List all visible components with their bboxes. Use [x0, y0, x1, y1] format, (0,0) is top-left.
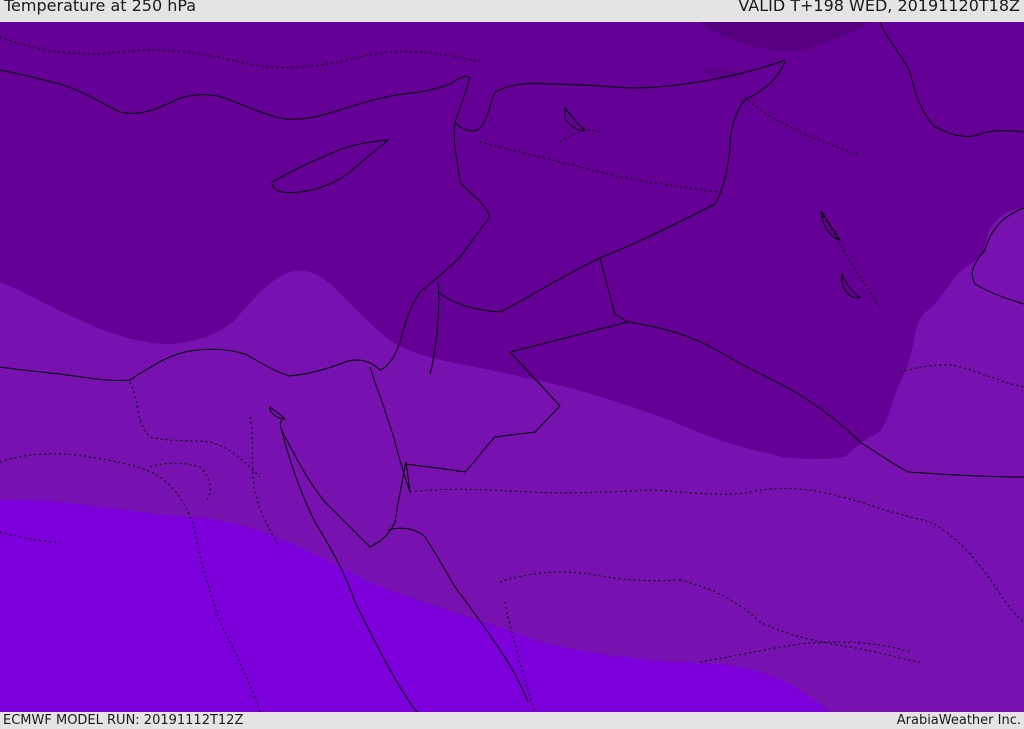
footer-bar: ECMWF MODEL RUN: 20191112T12Z ArabiaWeat… — [0, 712, 1024, 729]
header-bar: Temperature at 250 hPa VALID T+198 WED, … — [0, 0, 1024, 22]
temperature-map[interactable] — [0, 22, 1024, 712]
map-viewer: Temperature at 250 hPa VALID T+198 WED, … — [0, 0, 1024, 729]
model-run-label: ECMWF MODEL RUN: 20191112T12Z — [3, 713, 244, 728]
map-canvas — [0, 22, 1024, 712]
credit-label: ArabiaWeather Inc. — [896, 713, 1021, 728]
map-title: Temperature at 250 hPa — [4, 0, 197, 15]
valid-time-label: VALID T+198 WED, 20191120T18Z — [738, 0, 1020, 15]
